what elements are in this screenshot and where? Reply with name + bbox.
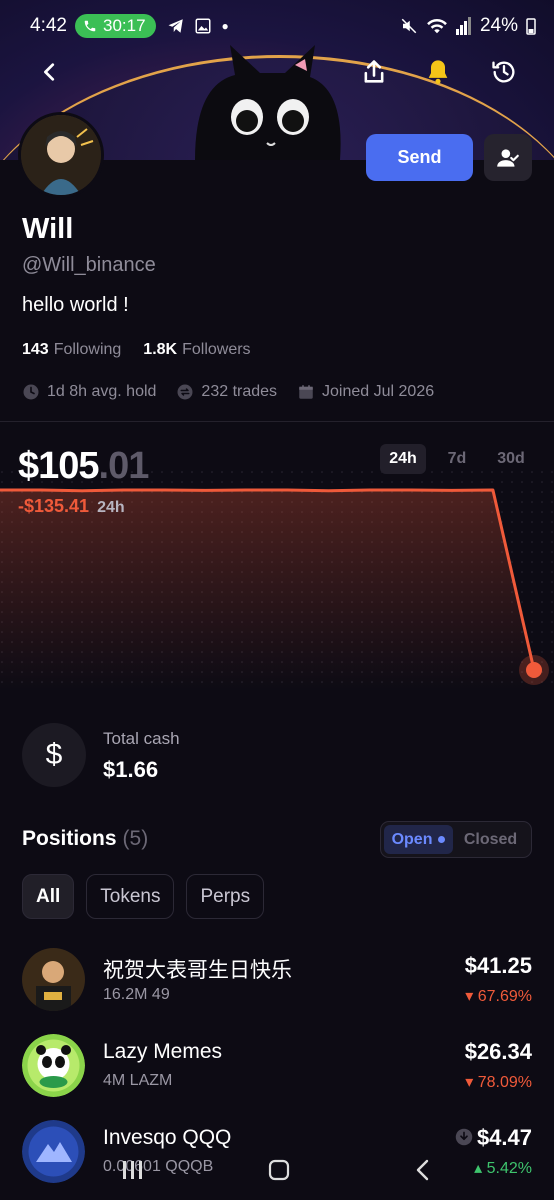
range-tab-7d[interactable]: 7d (434, 444, 480, 474)
positions-title: Positions (5) (22, 827, 148, 851)
banner-cat-illustration (195, 45, 341, 160)
wifi-icon (427, 18, 447, 34)
calendar-icon (299, 385, 313, 399)
profile-bio: hello world ! (22, 294, 129, 316)
profile-handle: @Will_binance (22, 254, 156, 276)
telegram-icon (168, 19, 183, 33)
position-row[interactable]: 祝贺大表哥生日快乐 16.2M 49 $41.25 ▾ 67.69% (22, 948, 532, 1014)
position-amount: 16.2M 49 (103, 986, 170, 1003)
positions-label: Positions (22, 827, 117, 850)
filter-all[interactable]: All (22, 874, 75, 919)
chart-area-fill (0, 490, 534, 690)
balance-dollars: $105 (18, 445, 100, 487)
back-button[interactable] (30, 52, 70, 92)
follow-stats: 143 Following 1.8K Followers (22, 341, 251, 359)
position-name: Lazy Memes (103, 1040, 223, 1063)
send-button[interactable]: Send (366, 134, 473, 181)
status-bar: 4:42 30:17 ● 24% (0, 0, 554, 52)
bell-icon (428, 60, 448, 84)
notification-dot-icon: ● (221, 19, 229, 33)
back-nav-icon[interactable] (412, 1158, 434, 1182)
following-stat[interactable]: 143 Following (22, 341, 121, 359)
share-icon (364, 60, 384, 83)
token-avatar (22, 948, 85, 1011)
share-button[interactable] (354, 52, 394, 92)
position-value: $41.25 (464, 953, 532, 978)
avg-hold-text: 1d 8h avg. hold (47, 383, 157, 400)
open-indicator-dot (438, 836, 446, 843)
joined-text: Joined Jul 2026 (322, 383, 435, 400)
status-right: 24% (400, 15, 536, 37)
following-label: Following (53, 341, 122, 358)
token-logo-icon (22, 948, 85, 1011)
joined-meta: Joined Jul 2026 (297, 383, 434, 401)
followers-label: Followers (182, 341, 251, 358)
section-divider (0, 421, 554, 422)
open-tab[interactable]: Open (384, 825, 454, 854)
call-duration: 30:17 (102, 16, 146, 35)
position-row[interactable]: Lazy Memes 4M LAZM $26.34 ▾ 78.09% (22, 1034, 532, 1100)
closed-tab[interactable]: Closed (453, 825, 528, 854)
range-tabs: 24h 7d 30d (380, 444, 534, 474)
position-value: $26.34 (464, 1039, 532, 1064)
battery-percent: 24% (479, 15, 518, 36)
open-label: Open (391, 830, 433, 848)
phone-icon (84, 20, 96, 32)
signal-icon (455, 17, 471, 35)
profile-meta: 1d 8h avg. hold 232 trades Joined Jul 20… (22, 383, 434, 401)
pnl-period: 24h (97, 499, 125, 516)
system-nav-bar (0, 1140, 554, 1200)
position-change: ▾ 67.69% (465, 988, 532, 1005)
avg-hold-meta: 1d 8h avg. hold (22, 383, 156, 401)
status-time: 4:42 (30, 15, 67, 36)
dollar-icon: $ (22, 723, 86, 787)
profile-avatar[interactable] (18, 112, 104, 198)
follow-button[interactable] (484, 134, 532, 181)
home-icon[interactable] (267, 1158, 291, 1182)
range-tab-30d[interactable]: 30d (488, 444, 534, 474)
filter-tokens[interactable]: Tokens (86, 874, 175, 919)
position-name: 祝贺大表哥生日快乐 (103, 959, 292, 982)
portfolio-balance: $105.01 (18, 445, 150, 488)
cash-label: Total cash (103, 729, 180, 748)
token-avatar (22, 1034, 85, 1097)
trades-icon (177, 384, 193, 400)
clock-icon (23, 384, 39, 400)
panda-logo-icon (22, 1034, 85, 1097)
avatar-illustration (21, 115, 101, 195)
user-check-icon (497, 148, 519, 167)
followers-count: 1.8K (143, 341, 178, 358)
pnl-value: -$135.41 (18, 496, 90, 516)
ongoing-call-pill[interactable]: 30:17 (74, 14, 156, 38)
range-tab-24h[interactable]: 24h (380, 444, 426, 474)
balance-cents: .01 (98, 445, 150, 487)
open-closed-toggle: Open Closed (380, 821, 532, 858)
trades-meta: 232 trades (176, 383, 277, 401)
following-count: 143 (22, 341, 49, 358)
mute-icon (401, 18, 417, 34)
chart-last-point (526, 662, 542, 678)
gallery-icon (195, 18, 211, 34)
trades-text: 232 trades (201, 383, 278, 400)
history-button[interactable] (484, 52, 524, 92)
notifications-button[interactable] (418, 52, 458, 92)
positions-count: (5) (122, 827, 149, 850)
battery-icon (526, 18, 536, 35)
position-amount: 4M LAZM (103, 1072, 173, 1089)
position-change: ▾ 78.09% (465, 1074, 532, 1091)
profile-name: Will (22, 213, 74, 245)
portfolio-pnl: -$135.41 24h (18, 496, 125, 517)
followers-stat[interactable]: 1.8K Followers (143, 341, 250, 359)
history-icon (492, 61, 515, 83)
filter-perps[interactable]: Perps (186, 874, 265, 919)
cash-value: $1.66 (103, 757, 159, 782)
position-filters: All Tokens Perps (22, 874, 265, 919)
back-icon (44, 63, 55, 81)
recent-apps-icon[interactable] (120, 1159, 146, 1181)
